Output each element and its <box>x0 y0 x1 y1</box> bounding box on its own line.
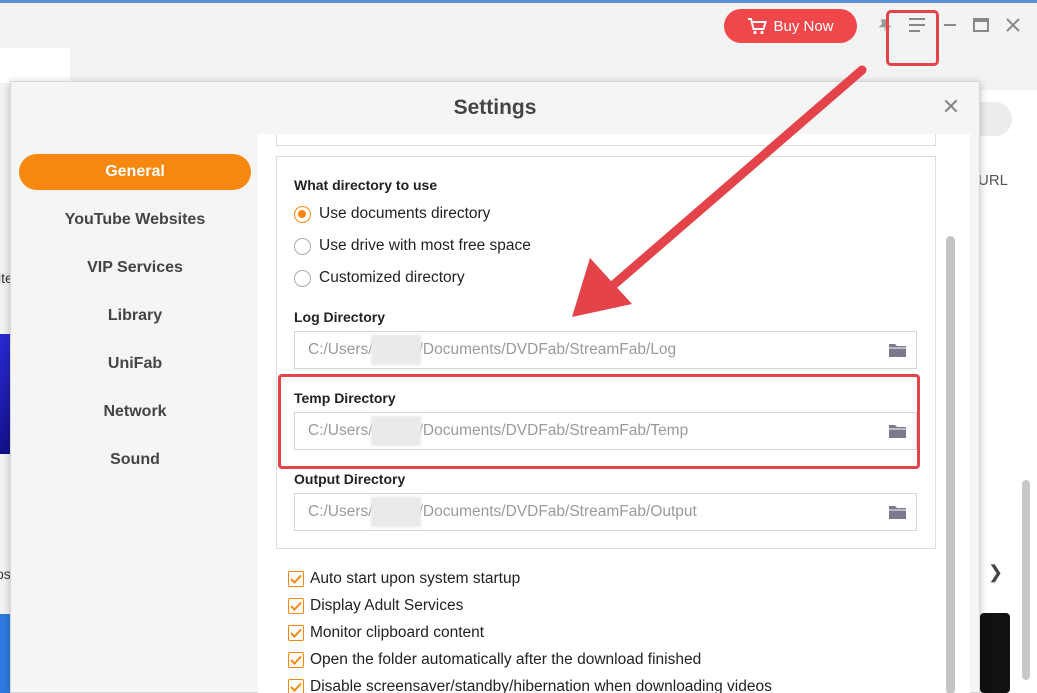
bg-scrollbar[interactable] <box>1022 480 1030 680</box>
path-prefix: C:/Users/ <box>308 503 373 520</box>
option-label: Disable screensaver/standby/hibernation … <box>310 678 772 693</box>
path-suffix: /Documents/DVDFab/StreamFab/Output <box>418 503 697 520</box>
option-open-folder[interactable]: Open the folder automatically after the … <box>288 651 701 669</box>
radio-label: Customized directory <box>319 269 465 286</box>
checkbox-checked[interactable] <box>288 625 304 641</box>
checkbox-checked[interactable] <box>288 679 304 693</box>
option-label: Auto start upon system startup <box>310 570 521 587</box>
option-label: Open the folder automatically after the … <box>310 651 702 668</box>
checkbox-checked[interactable] <box>288 598 304 614</box>
bg-banner <box>0 334 10 454</box>
option-label: Display Adult Services <box>310 597 464 614</box>
close-icon[interactable]: ✕ <box>941 96 961 118</box>
dialog-title: Settings <box>453 96 537 119</box>
folder-icon[interactable] <box>889 505 906 519</box>
sidebar-item-sound[interactable]: Sound <box>19 442 251 478</box>
radio-drive-free-space[interactable]: Use drive with most free space <box>294 237 531 255</box>
settings-dialog: Settings ✕ General YouTube Websites VIP … <box>10 81 980 693</box>
radio-label: Use drive with most free space <box>319 237 531 254</box>
directory-group-title: What directory to use <box>294 177 438 193</box>
radio-label: Use documents directory <box>319 205 491 222</box>
option-label: Monitor clipboard content <box>310 624 485 641</box>
bg-thumbnail <box>980 613 1010 693</box>
folder-icon[interactable] <box>889 343 906 357</box>
bg-banner <box>0 614 10 693</box>
settings-sidebar: General YouTube Websites VIP Services Li… <box>19 154 251 490</box>
sidebar-item-vip-services[interactable]: VIP Services <box>19 250 251 286</box>
option-monitor-clipboard[interactable]: Monitor clipboard content <box>288 624 484 642</box>
log-directory-field[interactable]: C:/Users/ /Documents/DVDFab/StreamFab/Log <box>294 331 917 369</box>
radio-button[interactable] <box>294 205 311 223</box>
path-prefix: C:/Users/ <box>308 341 373 358</box>
output-directory-field[interactable]: C:/Users/ /Documents/DVDFab/StreamFab/Out… <box>294 493 917 531</box>
radio-customized-directory[interactable]: Customized directory <box>294 269 465 287</box>
menu-highlight-box <box>886 10 939 66</box>
maximize-icon[interactable] <box>971 14 991 36</box>
sidebar-item-library[interactable]: Library <box>19 298 251 334</box>
cart-icon <box>748 18 768 35</box>
redacted-username <box>370 335 421 365</box>
buy-now-label: Buy Now <box>773 17 834 35</box>
settings-scrollbar[interactable] <box>946 236 955 693</box>
directory-group: What directory to use Use documents dire… <box>276 156 936 549</box>
sidebar-item-unifab[interactable]: UniFab <box>19 346 251 382</box>
buy-now-button[interactable]: Buy Now <box>724 9 857 43</box>
sidebar-item-youtube-websites[interactable]: YouTube Websites <box>19 202 251 238</box>
option-auto-start[interactable]: Auto start upon system startup <box>288 570 520 588</box>
radio-button[interactable] <box>294 269 311 287</box>
path-suffix: /Documents/DVDFab/StreamFab/Log <box>418 341 677 358</box>
log-directory-label: Log Directory <box>294 309 386 325</box>
redacted-username <box>370 497 421 527</box>
sidebar-item-network[interactable]: Network <box>19 394 251 430</box>
bg-url-text: URL <box>978 172 1009 189</box>
checkbox-checked[interactable] <box>288 652 304 668</box>
previous-section-box <box>276 134 936 146</box>
close-app-icon[interactable] <box>1003 14 1023 36</box>
radio-button[interactable] <box>294 237 311 255</box>
minimize-icon[interactable] <box>940 14 960 36</box>
bg-panel <box>0 48 70 83</box>
sidebar-item-general[interactable]: General <box>19 154 251 190</box>
settings-content: What directory to use Use documents dire… <box>258 134 970 693</box>
output-directory-label: Output Directory <box>294 471 406 487</box>
radio-documents-directory[interactable]: Use documents directory <box>294 205 490 223</box>
option-display-adult[interactable]: Display Adult Services <box>288 597 463 615</box>
checkbox-checked[interactable] <box>288 571 304 587</box>
temp-directory-highlight-box <box>278 374 920 469</box>
option-disable-screensaver[interactable]: Disable screensaver/standby/hibernation … <box>288 678 772 693</box>
chevron-right-icon[interactable]: ❯ <box>988 562 1003 583</box>
